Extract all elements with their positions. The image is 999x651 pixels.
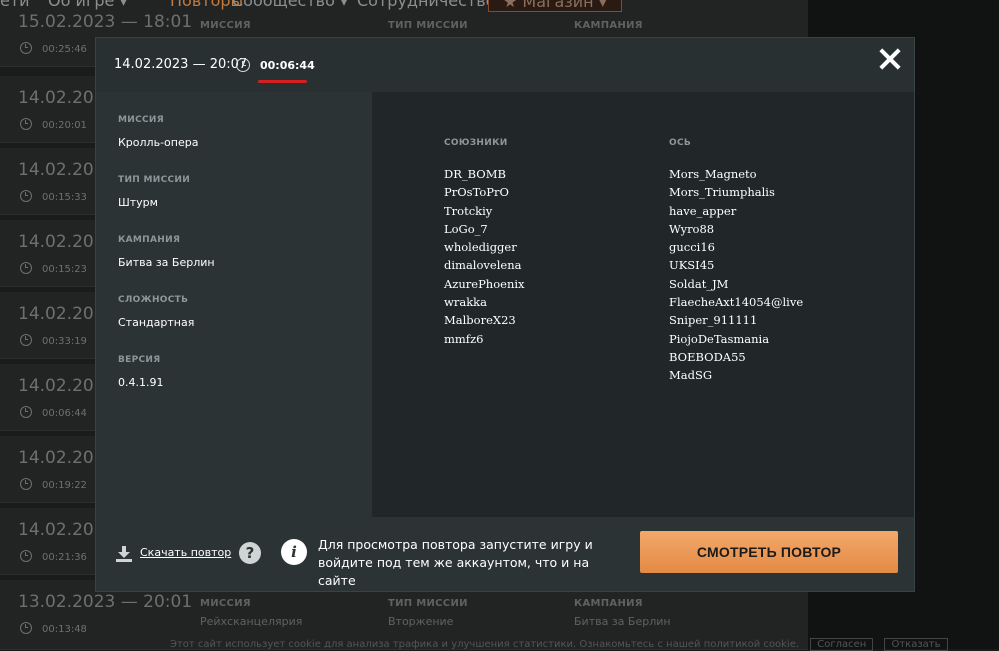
player-name: have_apper — [669, 203, 737, 218]
cookie-decline-button[interactable]: Отказать — [884, 638, 948, 651]
difficulty-label: СЛОЖНОСТЬ — [118, 295, 189, 305]
clock-icon — [236, 58, 250, 72]
player-name: DR_BOMB — [444, 167, 506, 181]
modal-footer: Скачать повтор ? i Для просмотра повтора… — [96, 517, 914, 591]
player-name: MalboreX23 — [444, 313, 516, 328]
player-name: PrOsToPrO — [444, 185, 509, 200]
replay-duration: 00:25:46 — [20, 42, 87, 55]
player-name: Soldat_JM — [669, 276, 729, 291]
player-name: LoGo_7 — [444, 221, 488, 236]
col-head: КАМПАНИЯ — [574, 20, 643, 31]
nav-item-shop[interactable]: ★ Магазин ▾ — [488, 0, 622, 12]
player-name: dimalovelena — [444, 258, 522, 273]
player-name: Sniper_911111 — [669, 313, 758, 328]
nav-item[interactable]: ети — [0, 0, 30, 10]
clock-icon — [20, 190, 32, 202]
difficulty-value: Стандартная — [118, 316, 195, 329]
replay-date: 15.02.2023 — 18:01 — [18, 12, 193, 32]
clock-icon — [20, 42, 32, 54]
replay-duration: 00:15:23 — [20, 262, 87, 275]
duration-underline — [258, 80, 307, 83]
clock-icon — [20, 118, 32, 130]
col-value: Битва за Берлин — [574, 615, 671, 628]
allies-heading: СОЮЗНИКИ — [444, 138, 508, 148]
replay-datetime: 14.02.2023 — 20:07 — [114, 57, 248, 72]
info-icon: i — [281, 539, 307, 565]
player-name: Trotckiy — [444, 203, 493, 218]
cookie-text: Этот сайт использует cookie для анализа … — [170, 639, 800, 650]
mission-value: Кролль-опера — [118, 136, 199, 149]
download-icon[interactable] — [116, 546, 132, 562]
clock-icon — [20, 550, 32, 562]
player-name: wholedigger — [444, 240, 517, 255]
mission-label: МИССИЯ — [118, 115, 164, 125]
player-name: wrakka — [444, 295, 487, 310]
player-name: gucci16 — [669, 240, 715, 255]
nav-item-partnership[interactable]: Сотрудничество — [357, 0, 495, 10]
axis-list: Mors_Magneto Mors_Triumphalis have_apper… — [669, 165, 803, 385]
clock-icon — [20, 622, 32, 634]
clock-icon — [20, 478, 32, 490]
replay-date: 13.02.2023 — 20:01 — [18, 592, 193, 612]
mission-type-label: ТИП МИССИИ — [118, 175, 191, 185]
player-name: Wyro88 — [669, 221, 715, 236]
campaign-value: Битва за Берлин — [118, 256, 215, 269]
player-name: Mors_Magneto — [669, 167, 757, 181]
mission-type-value: Штурм — [118, 196, 158, 209]
col-head: ТИП МИССИИ — [388, 598, 468, 609]
version-value: 0.4.1.91 — [118, 376, 164, 389]
cookie-agree-button[interactable]: Согласен — [810, 638, 874, 651]
replay-duration: 00:13:48 — [20, 622, 87, 635]
cookie-bar: Этот сайт использует cookie для анализа … — [170, 638, 948, 651]
download-replay-link[interactable]: Скачать повтор — [140, 546, 231, 559]
axis-heading: ОСЬ — [669, 138, 692, 148]
watch-replay-button[interactable]: СМОТРЕТЬ ПОВТОР — [640, 531, 898, 573]
replay-duration: 00:21:36 — [20, 550, 87, 563]
close-icon[interactable] — [878, 47, 902, 71]
col-head: МИССИЯ — [200, 598, 251, 609]
player-name: mmfz6 — [444, 331, 484, 346]
watch-hint-text: Для просмотра повтора запустите игру и в… — [318, 537, 593, 588]
player-name: Mors_Triumphalis — [669, 185, 775, 200]
replay-duration: 00:06:44 — [20, 406, 87, 419]
col-head: МИССИЯ — [200, 20, 251, 31]
player-name: FlaecheAxt14054@live — [669, 295, 804, 310]
col-head: ТИП МИССИИ — [388, 20, 468, 31]
player-name: AzurePhoenix — [444, 276, 525, 291]
nav-item-community[interactable]: Сообщество ▾ — [232, 0, 348, 10]
allies-list: DR_BOMB PrOsToPrO Trotckiy LoGo_7 wholed… — [444, 165, 525, 348]
col-value: Рейхсканцелярия — [200, 615, 303, 628]
nav-item-about[interactable]: Об игре ▾ — [48, 0, 127, 10]
replay-duration: 00:15:33 — [20, 190, 87, 203]
player-name: UKSI45 — [669, 258, 715, 273]
help-icon[interactable]: ? — [239, 542, 261, 564]
clock-icon — [20, 262, 32, 274]
replay-duration: 00:33:19 — [20, 334, 87, 347]
replay-duration: 00:06:44 — [260, 59, 315, 72]
modal-header: 14.02.2023 — 20:07 00:06:44 — [96, 38, 914, 92]
replay-duration: 00:20:01 — [20, 118, 87, 131]
replay-duration: 00:19:22 — [20, 478, 87, 491]
replay-modal: 14.02.2023 — 20:07 00:06:44 МИССИЯ Кролл… — [96, 38, 914, 591]
players-panel: СОЮЗНИКИ ОСЬ DR_BOMB PrOsToPrO Trotckiy … — [372, 92, 914, 517]
col-head: КАМПАНИЯ — [574, 598, 643, 609]
col-value: Вторжение — [388, 615, 454, 628]
player-name: BOEBODA55 — [669, 349, 746, 364]
player-name: PiojoDeTasmania — [669, 331, 770, 346]
player-name: MadSG — [669, 368, 713, 383]
clock-icon — [20, 334, 32, 346]
clock-icon — [20, 406, 32, 418]
campaign-label: КАМПАНИЯ — [118, 235, 181, 245]
top-nav: ети Об игре ▾ Повторы Сообщество ▾ Сотру… — [0, 0, 999, 14]
replay-info-panel: МИССИЯ Кролль-опера ТИП МИССИИ Штурм КАМ… — [96, 92, 372, 517]
version-label: ВЕРСИЯ — [118, 355, 161, 365]
